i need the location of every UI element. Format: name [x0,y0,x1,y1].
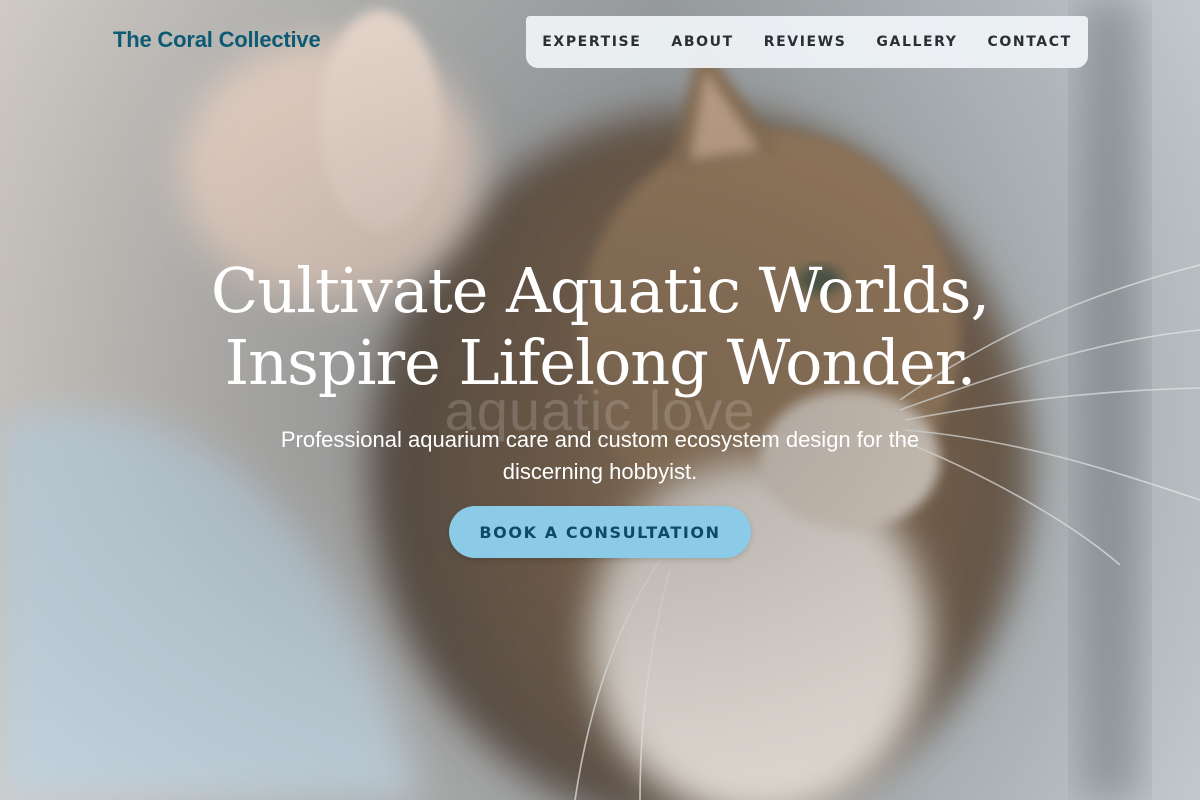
nav-item-contact[interactable]: CONTACT [973,34,1087,50]
hero-headline-line-2: Inspire Lifelong Wonder. [224,326,977,399]
nav-item-gallery[interactable]: GALLERY [861,34,972,50]
hero-subtitle: Professional aquarium care and custom ec… [280,427,920,484]
nav-item-reviews[interactable]: REVIEWS [749,34,862,50]
nav-item-expertise[interactable]: EXPERTISE [527,34,656,50]
brand-logo[interactable]: The Coral Collective [113,27,321,53]
main-navigation: EXPERTISE ABOUT REVIEWS GALLERY CONTACT [526,16,1088,68]
book-consultation-button[interactable]: BOOK A CONSULTATION [449,506,751,558]
hero-section: The Coral Collective EXPERTISE ABOUT REV… [0,0,1200,800]
nav-item-about[interactable]: ABOUT [656,34,748,50]
hero-headline-line-1: Cultivate Aquatic Worlds, [210,254,990,327]
hero-headline: Cultivate Aquatic Worlds, Inspire Lifelo… [0,255,1200,399]
